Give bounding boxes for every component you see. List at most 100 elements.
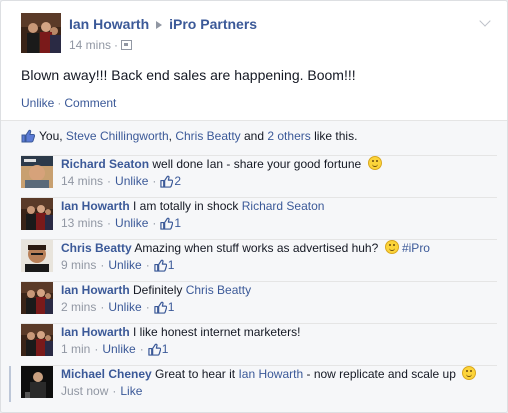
comment-like-count[interactable]: 1: [168, 300, 175, 314]
comment-text: Definitely: [133, 283, 183, 297]
comment-item: Ian Howarth I am totally in shock Richar…: [21, 197, 497, 234]
comment-item: Richard Seaton well done Ian - share you…: [21, 155, 497, 192]
comment-body: Michael Cheney Great to hear it Ian Howa…: [61, 366, 477, 382]
comment-time[interactable]: 14 mins: [61, 174, 103, 188]
comment-unlike-link[interactable]: Unlike: [115, 216, 148, 230]
comment-meta: 13 mins · Unlike · 1: [61, 215, 181, 231]
comment-unlike-link[interactable]: Unlike: [115, 174, 148, 188]
comment-item-new: Michael Cheney Great to hear it Ian Howa…: [9, 365, 497, 402]
meta-dot: ·: [152, 174, 157, 188]
comment-link[interactable]: Comment: [64, 96, 116, 110]
comment-meta: 1 min · Unlike · 1: [61, 341, 168, 357]
comment-author[interactable]: Ian Howarth: [61, 325, 130, 339]
comment-body: Ian Howarth I am totally in shock Richar…: [61, 198, 324, 214]
meta-dot: ·: [112, 384, 117, 398]
meta-dot: ·: [107, 174, 112, 188]
comment-text: I like honest internet marketers!: [133, 325, 301, 339]
comment-meta: 9 mins · Unlike · 1: [61, 257, 174, 273]
comment-text: Amazing when stuff works as advertised h…: [134, 241, 379, 255]
action-separator: ·: [57, 96, 62, 110]
post-author-line: Ian Howarth iPro Partners: [69, 16, 257, 32]
post-timestamp[interactable]: 14 mins: [69, 38, 111, 52]
like-sep: ,: [59, 129, 66, 143]
comment-item: Ian Howarth I like honest internet marke…: [21, 323, 497, 360]
smiley-icon: [462, 366, 477, 380]
comment-mention[interactable]: Ian Howarth: [238, 367, 303, 381]
like-and: and: [240, 129, 268, 143]
triangle-right-icon: [156, 20, 163, 29]
thumbs-up-icon[interactable]: [148, 343, 161, 356]
comment-meta: 14 mins · Unlike · 2: [61, 173, 181, 189]
meta-dot: ·: [139, 342, 144, 356]
commenter-avatar[interactable]: [21, 282, 53, 314]
comment-like-count[interactable]: 1: [162, 342, 169, 356]
comment-like-link[interactable]: Like: [120, 384, 142, 398]
comment-time[interactable]: 13 mins: [61, 216, 103, 230]
comment-time[interactable]: 2 mins: [61, 300, 96, 314]
comment-author[interactable]: Michael Cheney: [61, 367, 152, 381]
meta-dot: ·: [94, 342, 99, 356]
thumbs-up-icon: [21, 129, 35, 143]
like-suffix: like this.: [310, 129, 358, 143]
post-text: Blown away!!! Back end sales are happeni…: [21, 67, 356, 83]
comment-meta: 2 mins · Unlike · 1: [61, 299, 174, 315]
comment-body: Richard Seaton well done Ian - share you…: [61, 156, 382, 172]
comment-item: Ian Howarth Definitely Chris Beatty 2 mi…: [21, 281, 497, 318]
post-meta: 14 mins ·: [69, 38, 133, 52]
commenter-avatar[interactable]: [21, 240, 53, 272]
comment-like-count[interactable]: 1: [174, 216, 181, 230]
commenter-avatar[interactable]: [21, 198, 53, 230]
comment-unlike-link[interactable]: Unlike: [102, 342, 135, 356]
meta-dot: ·: [114, 38, 119, 52]
comment-text: I am totally in shock: [133, 199, 239, 213]
post-author-name[interactable]: Ian Howarth: [69, 16, 149, 32]
comment-meta: Just now · Like: [61, 383, 142, 399]
commenter-avatar[interactable]: [21, 366, 53, 398]
privacy-group-icon[interactable]: [121, 40, 133, 50]
comment-time[interactable]: 9 mins: [61, 258, 96, 272]
author-avatar[interactable]: [21, 13, 61, 53]
like-person-2[interactable]: Chris Beatty: [175, 129, 240, 143]
comment-time[interactable]: Just now: [61, 384, 108, 398]
post-target-group[interactable]: iPro Partners: [169, 16, 257, 32]
comment-unlike-link[interactable]: Unlike: [108, 258, 141, 272]
comment-body: Ian Howarth Definitely Chris Beatty: [61, 282, 251, 298]
feedback-section: You, Steve Chillingworth, Chris Beatty a…: [1, 120, 507, 412]
meta-dot: ·: [107, 216, 112, 230]
comment-author[interactable]: Chris Beatty: [61, 241, 132, 255]
thumbs-up-icon[interactable]: [154, 259, 167, 272]
comment-hashtag[interactable]: #iPro: [402, 241, 430, 255]
commenter-avatar[interactable]: [21, 156, 53, 188]
like-you: You: [39, 129, 60, 143]
thumbs-up-icon[interactable]: [160, 217, 173, 230]
feed-post: Ian Howarth iPro Partners 14 mins · Blown …: [0, 0, 508, 413]
smiley-icon: [384, 240, 399, 254]
comment-author[interactable]: Richard Seaton: [61, 157, 149, 171]
comment-author[interactable]: Ian Howarth: [61, 199, 130, 213]
post-header: Ian Howarth iPro Partners 14 mins ·: [21, 13, 507, 53]
thumbs-up-icon[interactable]: [160, 175, 173, 188]
unlike-link[interactable]: Unlike: [21, 96, 54, 110]
thumbs-up-icon[interactable]: [154, 301, 167, 314]
meta-dot: ·: [100, 300, 105, 314]
meta-dot: ·: [145, 300, 150, 314]
comment-like-count[interactable]: 1: [168, 258, 175, 272]
comment-mention[interactable]: Chris Beatty: [186, 283, 251, 297]
comment-author[interactable]: Ian Howarth: [61, 283, 130, 297]
like-sentence: You, Steve Chillingworth, Chris Beatty a…: [21, 129, 497, 146]
comment-text: Great to hear it: [155, 367, 236, 381]
comment-body: Chris Beatty Amazing when stuff works as…: [61, 240, 430, 256]
post-actions: Unlike · Comment: [21, 96, 116, 110]
comment-item: Chris Beatty Amazing when stuff works as…: [21, 239, 497, 276]
meta-dot: ·: [152, 216, 157, 230]
commenter-avatar[interactable]: [21, 324, 53, 356]
comment-text-2: - now replicate and scale up: [306, 367, 456, 381]
comment-time[interactable]: 1 min: [61, 342, 90, 356]
comment-unlike-link[interactable]: Unlike: [108, 300, 141, 314]
comment-text: well done Ian - share your good fortune: [152, 157, 362, 171]
comment-like-count[interactable]: 2: [174, 174, 181, 188]
meta-dot: ·: [145, 258, 150, 272]
like-person-1[interactable]: Steve Chillingworth: [66, 129, 169, 143]
like-others-link[interactable]: 2 others: [267, 129, 310, 143]
comment-mention[interactable]: Richard Seaton: [242, 199, 325, 213]
